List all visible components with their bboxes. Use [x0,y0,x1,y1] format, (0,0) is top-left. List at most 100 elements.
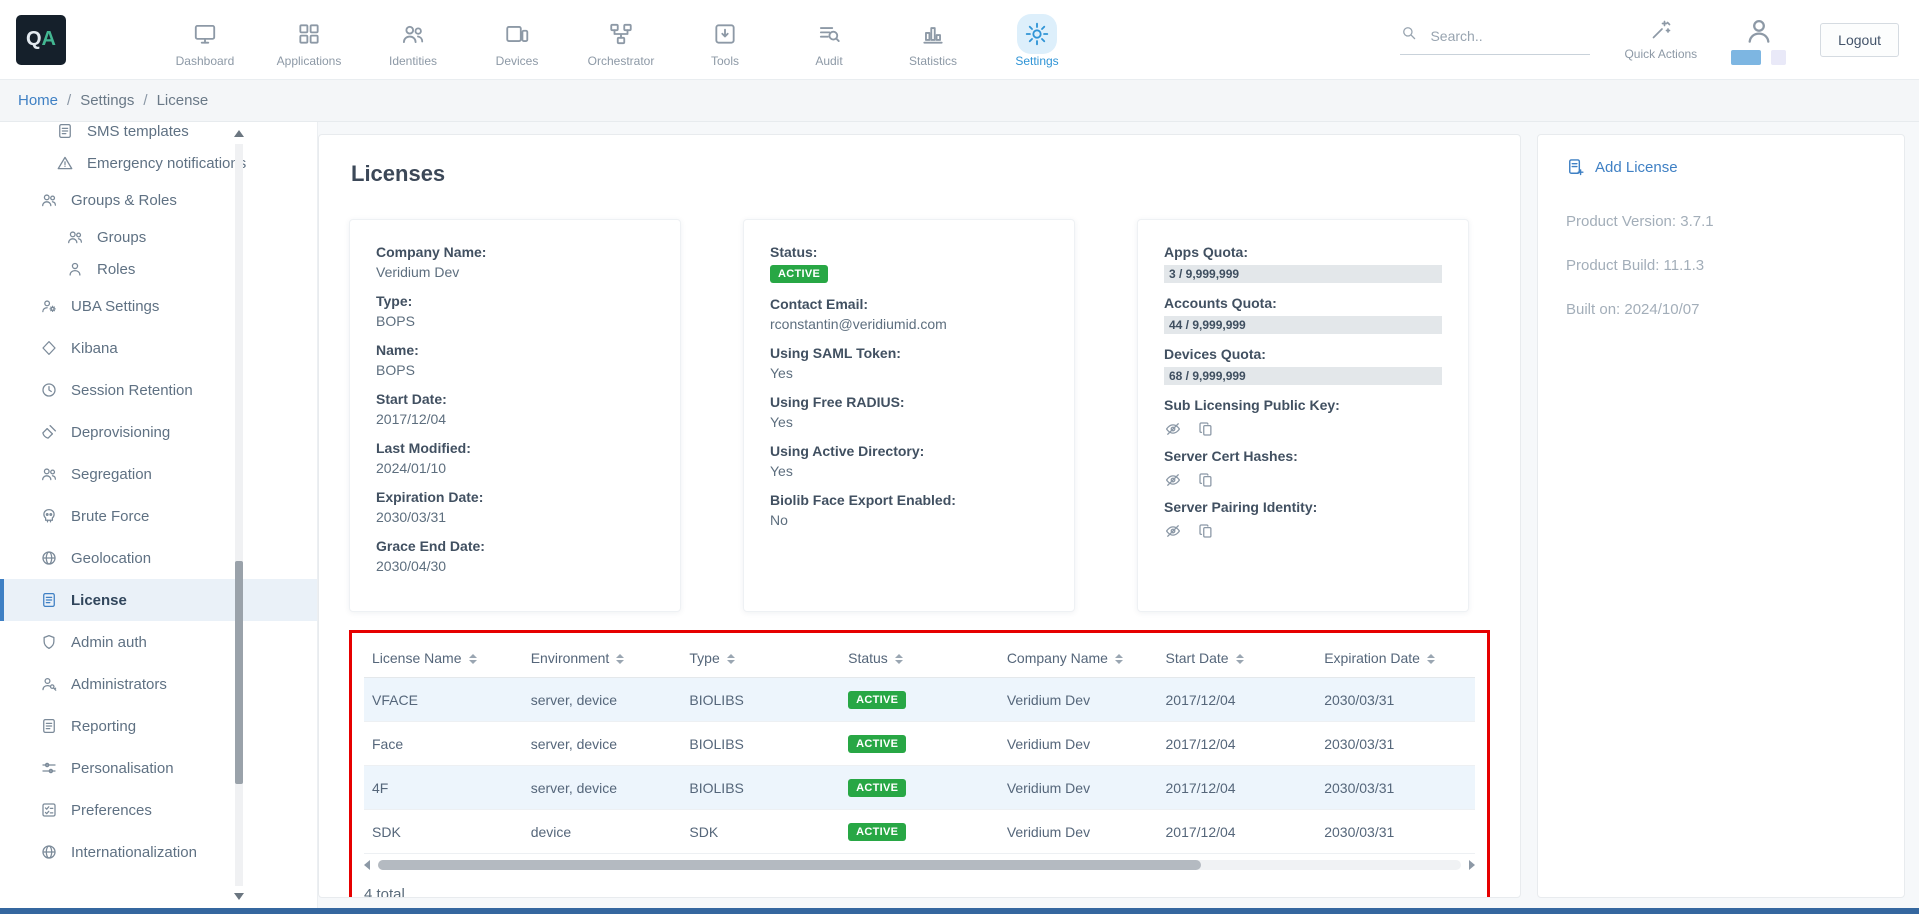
table-cell: 2017/12/04 [1158,810,1317,854]
add-license-label: Add License [1595,159,1678,176]
sidebar-item-reporting[interactable]: Reporting [0,705,317,747]
breadcrumb-settings[interactable]: Settings [80,92,134,109]
eye-off-icon[interactable] [1164,420,1182,438]
sidebar-item-deprovisioning[interactable]: Deprovisioning [0,411,317,453]
sidebar-item-session-retention[interactable]: Session Retention [0,369,317,411]
copy-icon[interactable] [1197,522,1215,540]
search-input[interactable] [1428,27,1573,45]
field-label: Status: [770,244,1048,260]
license-details-card: Company Name:Veridium DevType:BOPSName:B… [349,219,681,612]
license-status-card: Status:ACTIVEContact Email:rconstantin@v… [743,219,1075,612]
table-cell: 2030/03/31 [1316,766,1475,810]
nav-item-dashboard[interactable]: Dashboard [170,11,240,68]
sidebar-item-geolocation[interactable]: Geolocation [0,537,317,579]
reporting-icon [40,717,58,735]
key-actions [1164,471,1442,489]
column-header-expiration-date[interactable]: Expiration Date [1316,641,1475,678]
quota-bar: 68 / 9,999,999 [1164,367,1442,385]
sidebar-item-emergency-notifications[interactable]: Emergency notifications [0,147,317,179]
add-license-button[interactable]: Add License [1566,157,1876,177]
license-info-cards: Company Name:Veridium DevType:BOPSName:B… [349,219,1490,612]
sidebar-item-segregation[interactable]: Segregation [0,453,317,495]
sort-icon[interactable] [1115,654,1123,664]
admin-auth-icon [40,633,58,651]
sidebar-item-brute-force[interactable]: Brute Force [0,495,317,537]
nav-item-settings[interactable]: Settings [1002,11,1072,68]
sort-icon[interactable] [469,654,477,664]
column-header-type[interactable]: Type [681,641,840,678]
nav-item-orchestrator[interactable]: Orchestrator [586,11,656,68]
nav-item-tools[interactable]: Tools [690,11,760,68]
table-cell: Veridium Dev [999,810,1158,854]
avatar-icon[interactable] [1743,15,1775,47]
logo-letter: A [42,28,56,51]
copy-icon[interactable] [1197,471,1215,489]
nav-item-devices[interactable]: Devices [482,11,552,68]
field-label: Biolib Face Export Enabled: [770,492,1048,508]
sidebar-item-groups[interactable]: Groups [0,221,317,253]
sidebar-item-admin-auth[interactable]: Admin auth [0,621,317,663]
sidebar-item-preferences[interactable]: Preferences [0,789,317,831]
scrollbar-thumb[interactable] [235,561,243,784]
table-row[interactable]: SDKdeviceSDKACTIVEVeridium Dev2017/12/04… [364,810,1475,854]
table-cell: 2030/03/31 [1316,678,1475,722]
sort-icon[interactable] [895,654,903,664]
column-header-company-name[interactable]: Company Name [999,641,1158,678]
column-header-license-name[interactable]: License Name [364,641,523,678]
table-row[interactable]: 4Fserver, deviceBIOLIBSACTIVEVeridium De… [364,766,1475,810]
nav-item-audit[interactable]: Audit [794,11,864,68]
table-cell: ACTIVE [840,810,999,854]
sort-icon[interactable] [1427,654,1435,664]
app-logo[interactable]: QA [16,15,66,65]
field-value: 2024/01/10 [376,460,654,476]
column-header-start-date[interactable]: Start Date [1158,641,1317,678]
field-value: Yes [770,414,1048,430]
sidebar-item-groups-roles[interactable]: Groups & Roles [0,179,317,221]
sidebar-item-kibana[interactable]: Kibana [0,327,317,369]
nav-item-identities[interactable]: Identities [378,11,448,68]
hscroll-right-arrow[interactable] [1469,860,1475,870]
field-status: Status:ACTIVE [770,244,1048,283]
breadcrumb-separator: / [67,92,71,109]
sidebar-item-uba-settings[interactable]: UBA Settings [0,285,317,327]
table-row[interactable]: VFACEserver, deviceBIOLIBSACTIVEVeridium… [364,678,1475,722]
field-label: Using Free RADIUS: [770,394,1048,410]
quick-actions-button[interactable]: Quick Actions [1624,18,1697,61]
sidebar-item-personalisation[interactable]: Personalisation [0,747,317,789]
quota-label: Devices Quota: [1164,346,1442,362]
nav-item-applications[interactable]: Applications [274,11,344,68]
scroll-down-arrow[interactable] [234,893,244,900]
hscroll-track[interactable] [378,860,1461,870]
field-value: 2030/04/30 [376,558,654,574]
column-label: Environment [531,650,610,666]
sidebar-item-internationalization[interactable]: Internationalization [0,831,317,873]
brute-force-icon [40,507,58,525]
scroll-up-arrow[interactable] [234,130,244,137]
field-last-modified: Last Modified:2024/01/10 [376,440,654,476]
sidebar-item-sms-templates[interactable]: SMS templates [0,122,317,147]
field-biolib-face-export-enabled: Biolib Face Export Enabled:No [770,492,1048,528]
column-header-status[interactable]: Status [840,641,999,678]
sidebar-item-administrators[interactable]: Administrators [0,663,317,705]
column-header-environment[interactable]: Environment [523,641,682,678]
audit-icon [816,21,842,47]
sort-icon[interactable] [1236,654,1244,664]
nav-item-statistics[interactable]: Statistics [898,11,968,68]
table-cell: SDK [681,810,840,854]
hscroll-thumb[interactable] [378,860,1201,870]
sort-icon[interactable] [727,654,735,664]
sidebar-item-roles[interactable]: Roles [0,253,317,285]
breadcrumb-home[interactable]: Home [18,92,58,109]
sidebar-item-license[interactable]: License [0,579,317,621]
table-cell: 4F [364,766,523,810]
table-row[interactable]: Faceserver, deviceBIOLIBSACTIVEVeridium … [364,722,1475,766]
logout-button[interactable]: Logout [1820,23,1899,57]
sort-icon[interactable] [616,654,624,664]
key-label: Server Pairing Identity: [1164,499,1442,515]
product-info-line: Product Version: 3.7.1 [1566,213,1876,230]
eye-off-icon[interactable] [1164,522,1182,540]
hscroll-left-arrow[interactable] [364,860,370,870]
copy-icon[interactable] [1197,420,1215,438]
page-title: Licenses [351,161,1490,187]
eye-off-icon[interactable] [1164,471,1182,489]
